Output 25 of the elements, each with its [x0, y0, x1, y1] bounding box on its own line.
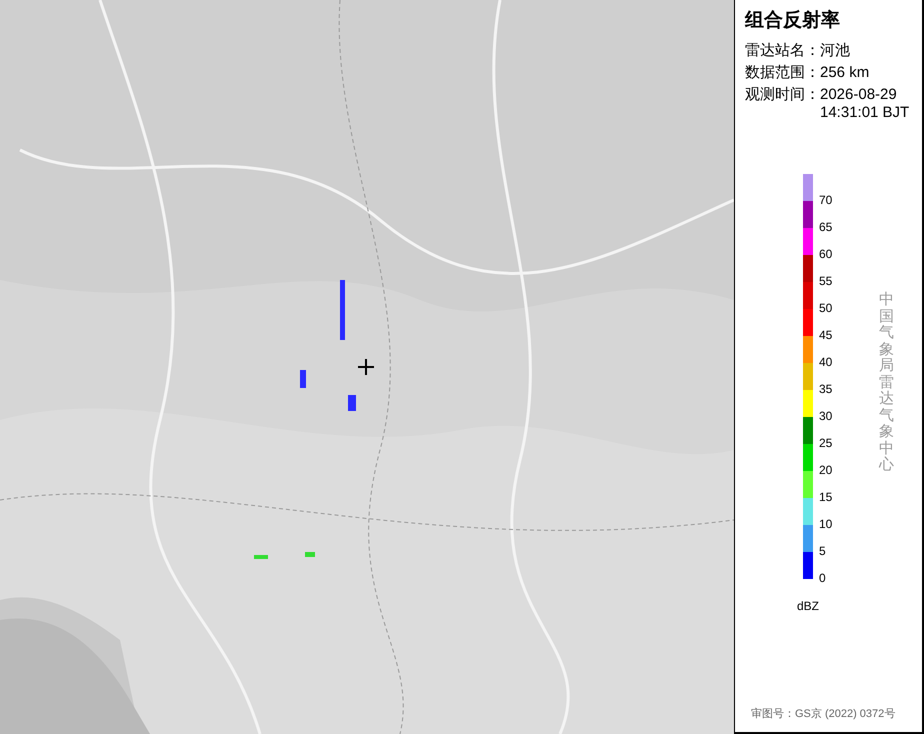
legend-value: 25: [819, 436, 832, 450]
legend-value: 30: [819, 409, 832, 423]
approval-number: 审图号：GS京 (2022) 0372号: [751, 706, 896, 722]
legend-value: 35: [819, 382, 832, 396]
legend-value: 55: [819, 274, 832, 288]
legend-value: 50: [819, 301, 832, 315]
credit-text: 中国气象局雷达气象中心: [879, 292, 894, 474]
field-label: 数据范围：: [745, 64, 820, 82]
field-label: 雷达站名：: [745, 42, 820, 60]
legend-value: 45: [819, 328, 832, 342]
legend-unit: dBZ: [797, 599, 820, 613]
legend-value: 70: [819, 193, 832, 207]
legend-value: 20: [819, 463, 832, 477]
legend-value: 60: [819, 247, 832, 261]
legend-value: 40: [819, 355, 832, 369]
field-value: 2026-08-29 14:31:01 BJT: [820, 86, 910, 122]
panel-title: 组合反射率: [745, 8, 841, 33]
legend-value: 15: [819, 490, 832, 504]
field-value: 河池: [820, 42, 851, 60]
legend-value: 65: [819, 220, 832, 234]
field-label: 观测时间：: [745, 86, 820, 105]
legend-value: 5: [819, 544, 826, 558]
legend-value: 10: [819, 517, 832, 531]
legend-value: 0: [819, 571, 826, 585]
field-value: 256 km: [820, 64, 870, 82]
